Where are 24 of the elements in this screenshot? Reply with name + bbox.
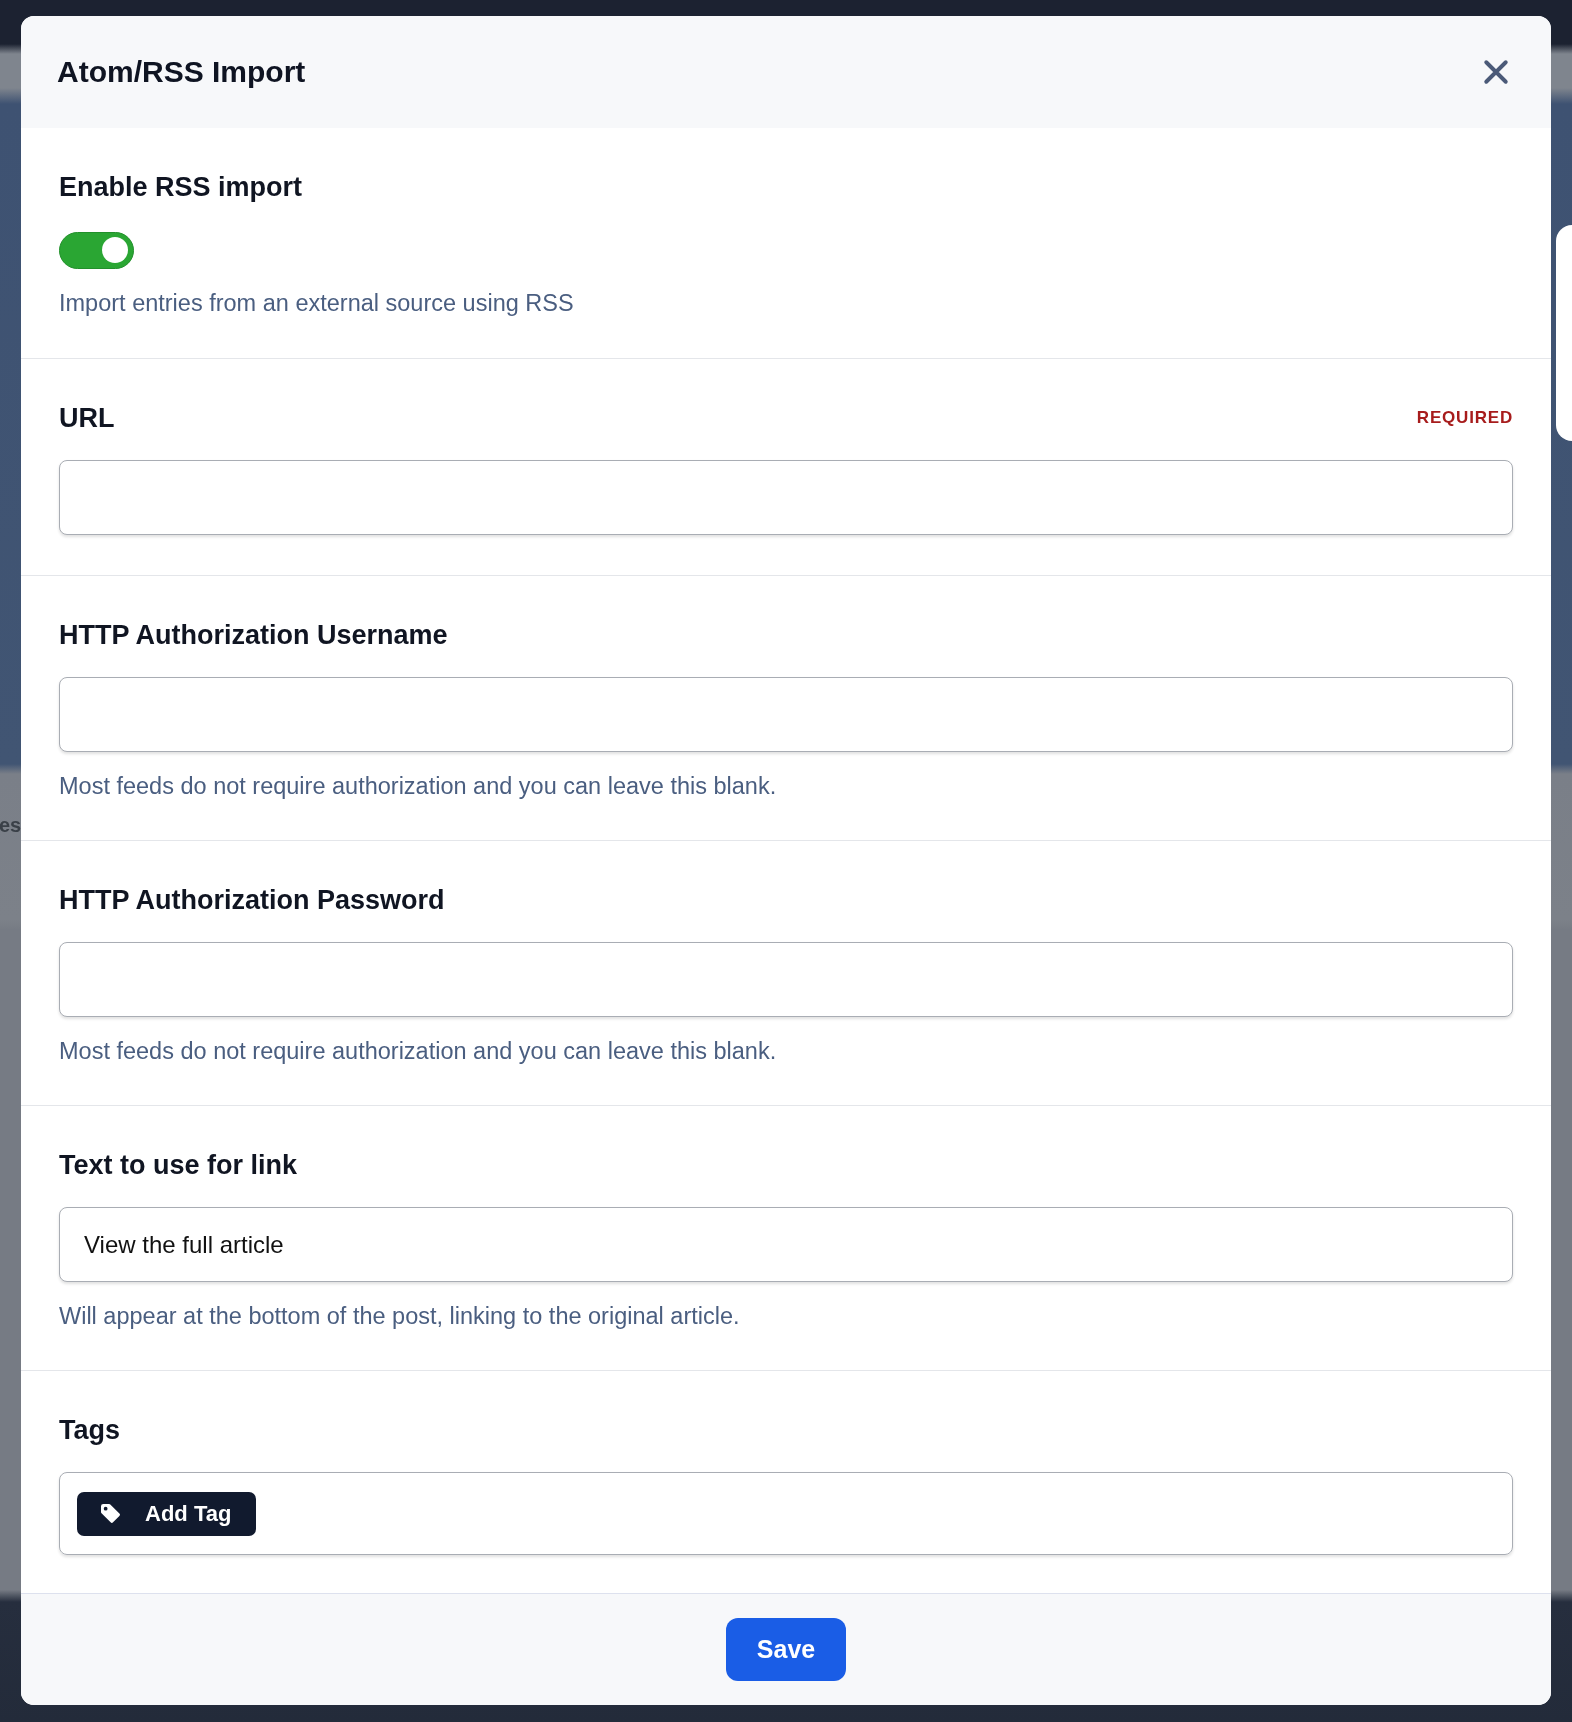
field-label: HTTP Authorization Username — [59, 619, 448, 651]
field-label: HTTP Authorization Password — [59, 884, 445, 916]
field-label: URL — [59, 402, 115, 434]
tags-field[interactable]: Add Tag — [59, 1472, 1513, 1555]
input-field[interactable]: View the full article — [59, 1207, 1513, 1282]
dialog-title: Atom/RSS Import — [57, 54, 306, 90]
save-button[interactable]: Save — [726, 1618, 846, 1681]
background-text: es — [0, 814, 22, 837]
help-text: Most feeds do not require authorization and you can leave this blank. — [59, 1037, 778, 1065]
tag-icon — [101, 1504, 120, 1523]
input-field[interactable] — [59, 942, 1513, 1017]
close-button[interactable] — [1483, 59, 1509, 85]
close-icon — [1483, 59, 1509, 85]
field-label: Tags — [59, 1414, 120, 1446]
toggle-switch[interactable] — [59, 232, 134, 269]
field-label: Text to use for link — [59, 1149, 298, 1181]
add-tag-button[interactable]: Add Tag — [77, 1491, 256, 1536]
help-text: Will appear at the bottom of the post, linking to the original article. — [59, 1302, 741, 1330]
input-field[interactable] — [59, 677, 1513, 752]
field-label: Enable RSS import — [59, 171, 303, 203]
help-text: Most feeds do not require authorization and you can leave this blank. — [59, 772, 778, 800]
help-text: Import entries from an external source using RSS — [59, 289, 575, 317]
input-field[interactable] — [59, 460, 1513, 535]
required-label: REQUIRED — [1416, 407, 1513, 429]
